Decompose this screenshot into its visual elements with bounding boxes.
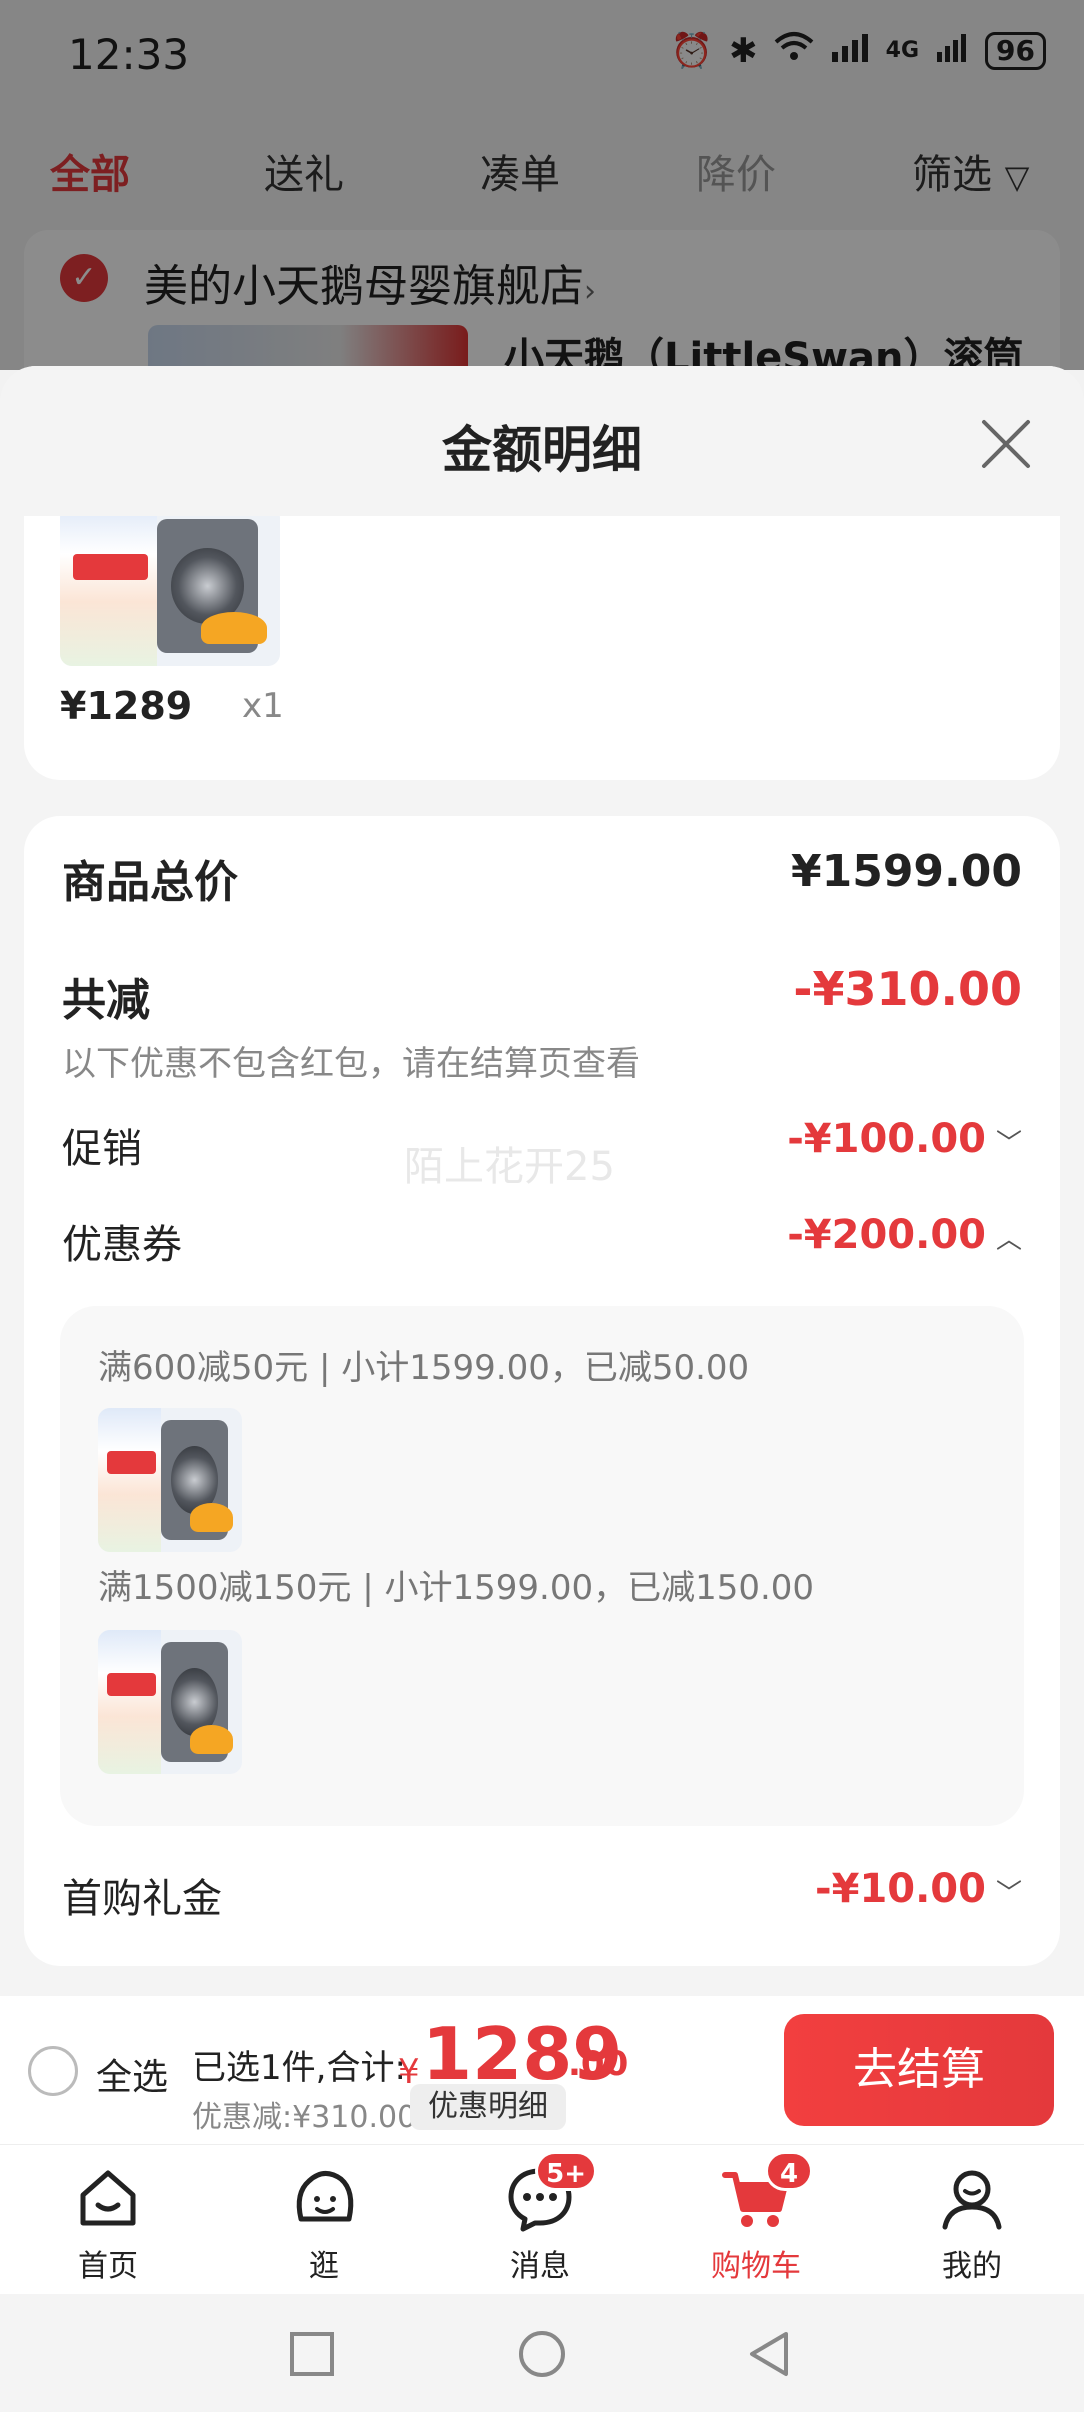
select-all-checkbox[interactable]	[28, 2046, 78, 2096]
coupon-row[interactable]: -¥200.00 ︿	[787, 1212, 1022, 1258]
tab-home[interactable]: 首页	[48, 2163, 168, 2285]
tab-browse[interactable]: 逛	[264, 2163, 384, 2285]
watermark: 陌上花开25	[404, 1144, 615, 1190]
message-icon: 5+	[505, 2151, 597, 2233]
bottom-tab-bar: 首页 逛 5+ 消息 4 购物车 我的	[0, 2144, 1084, 2294]
close-icon	[982, 420, 1030, 468]
background-page: 12:33 ⏰ ✱ 4G 96 全部 送礼 凑单 降价 筛选 ▽ ✓ 美的小天鹅…	[0, 0, 1084, 430]
close-button[interactable]	[978, 416, 1034, 472]
tab-messages[interactable]: 5+ 消息	[480, 2151, 600, 2285]
browse-icon	[289, 2163, 359, 2233]
tab-home-label: 首页	[78, 2249, 138, 2284]
system-nav-bar	[0, 2294, 1084, 2412]
checkout-button[interactable]: 去结算	[784, 2014, 1054, 2126]
goods-total-label: 商品总价	[62, 857, 238, 908]
cart-item-card: ¥1289 x1	[24, 506, 1060, 780]
coupon-product-image-1	[98, 1408, 242, 1552]
back-button[interactable]	[744, 2328, 796, 2380]
total-decimal: .00	[568, 2044, 629, 2084]
coupon-breakdown: 满600减50元 | 小计1599.00，已减50.00 满1500减150元 …	[60, 1306, 1024, 1826]
home-icon	[73, 2163, 143, 2233]
first-purchase-value: -¥10.00	[815, 1866, 986, 1912]
tab-me[interactable]: 我的	[912, 2163, 1032, 2285]
chevron-down-icon: ﹀	[995, 1128, 1022, 1159]
item-price: ¥1289	[60, 684, 193, 728]
coupon-product-image-2	[98, 1630, 242, 1774]
amount-detail-sheet: ¥1289 x1 金额明细 商品总价 ¥1599.00 共减 -¥310.00 …	[0, 366, 1084, 1996]
triangle-back-icon	[750, 2332, 788, 2376]
sheet-header: 金额明细	[0, 366, 1084, 516]
tab-cart-label: 购物车	[711, 2249, 801, 2284]
discount-detail-button[interactable]: 优惠明细	[410, 2084, 566, 2130]
first-purchase-label: 首购礼金	[62, 1876, 222, 1922]
coupon-label: 优惠券	[62, 1222, 182, 1268]
coupon-line-1: 满600减50元 | 小计1599.00，已减50.00	[98, 1348, 750, 1388]
first-purchase-row[interactable]: -¥10.00 ﹀	[815, 1866, 1022, 1912]
cart-badge: 4	[765, 2151, 813, 2191]
total-discount-label: 共减	[62, 975, 150, 1026]
coupon-line-2: 满1500减150元 | 小计1599.00，已减150.00	[98, 1568, 815, 1608]
promotion-label: 促销	[62, 1126, 142, 1172]
item-quantity: x1	[242, 686, 284, 726]
selected-summary: 已选1件,合计:	[192, 2048, 406, 2088]
messages-badge: 5+	[535, 2151, 597, 2191]
tab-messages-label: 消息	[510, 2249, 570, 2284]
discount-note: 以下优惠不包含红包，请在结算页查看	[62, 1044, 640, 1084]
total-discount-value: -¥310.00	[793, 962, 1022, 1016]
amount-detail-card: 商品总价 ¥1599.00 共减 -¥310.00 以下优惠不包含红包，请在结算…	[24, 816, 1060, 1966]
sheet-title: 金额明细	[442, 421, 642, 479]
chevron-up-icon: ︿	[995, 1224, 1022, 1255]
chevron-down-icon: ﹀	[995, 1878, 1022, 1909]
home-button[interactable]	[516, 2328, 568, 2380]
discount-summary: 优惠减:¥310.00	[192, 2100, 417, 2135]
cart-icon: 4	[721, 2151, 813, 2233]
profile-icon	[937, 2163, 1007, 2233]
select-all-label[interactable]: 全选	[96, 2048, 168, 2100]
recent-apps-button[interactable]	[286, 2328, 338, 2380]
checkout-bar: 全选 已选1件,合计: ¥ 1289 .00 优惠减:¥310.00 优惠明细 …	[0, 1996, 1084, 2144]
square-icon	[290, 2332, 334, 2376]
promotion-row[interactable]: -¥100.00 ﹀	[787, 1116, 1022, 1162]
circle-icon	[519, 2331, 565, 2377]
promotion-value: -¥100.00	[787, 1116, 986, 1162]
product-image	[60, 506, 280, 666]
tab-browse-label: 逛	[309, 2249, 339, 2284]
dim-overlay[interactable]	[0, 0, 1084, 370]
tab-me-label: 我的	[942, 2249, 1002, 2284]
tab-cart[interactable]: 4 购物车	[696, 2151, 816, 2285]
coupon-value: -¥200.00	[787, 1212, 986, 1258]
goods-total-value: ¥1599.00	[790, 846, 1022, 897]
